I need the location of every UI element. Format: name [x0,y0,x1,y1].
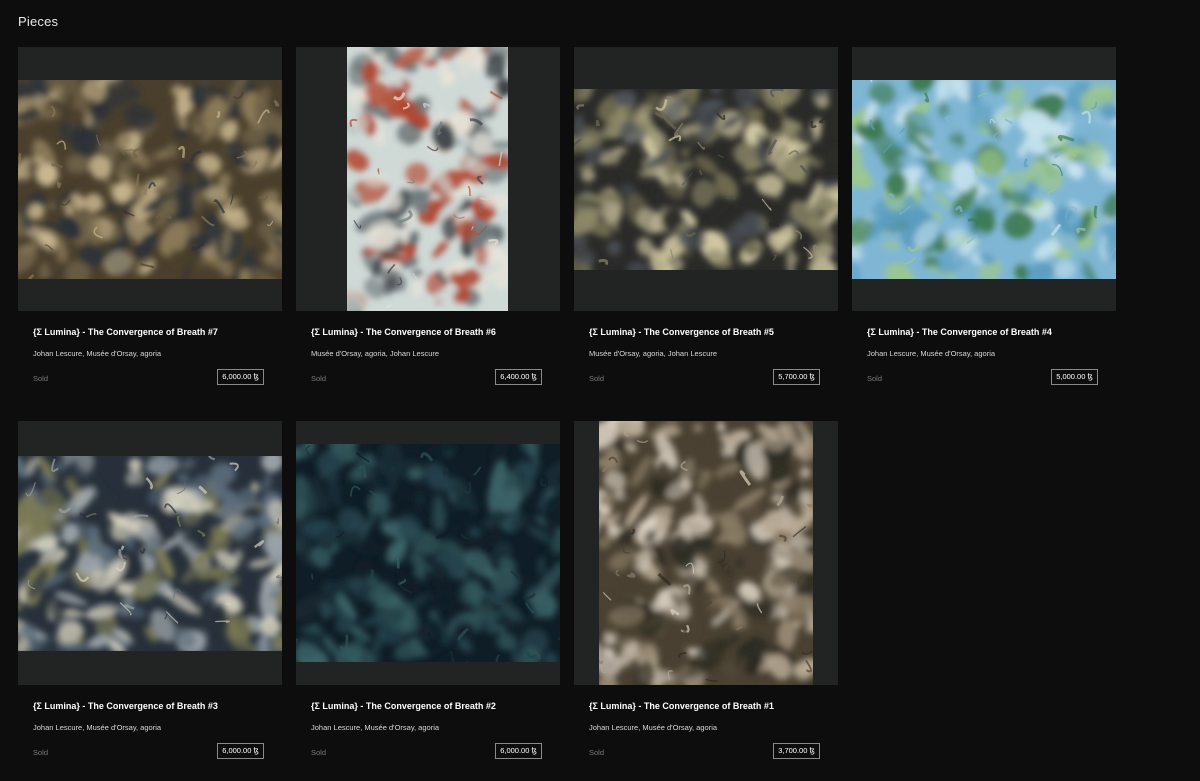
sold-status: Sold [311,374,327,383]
price-tag: 6,000.00 ꜩ [217,369,264,385]
piece-card[interactable]: {Σ Lumina} - The Convergence of Breath #… [296,47,560,407]
artwork-thumbnail [599,421,813,685]
piece-card[interactable]: {Σ Lumina} - The Convergence of Breath #… [296,421,560,781]
artwork-thumbnail [347,47,508,311]
artwork-frame[interactable] [852,47,1116,311]
price-tag: 5,000.00 ꜩ [1051,369,1098,385]
piece-artists: Johan Lescure, Musée d'Orsay, agoria [33,723,162,732]
sold-status: Sold [589,748,605,757]
piece-card[interactable]: {Σ Lumina} - The Convergence of Breath #… [852,47,1116,407]
piece-title[interactable]: {Σ Lumina} - The Convergence of Breath #… [867,327,1052,337]
price-tag: 6,000.00 ꜩ [495,743,542,759]
sold-status: Sold [589,374,605,383]
piece-card[interactable]: {Σ Lumina} - The Convergence of Breath #… [18,421,282,781]
section-title: Pieces [18,14,59,29]
piece-card[interactable]: {Σ Lumina} - The Convergence of Breath #… [18,47,282,407]
piece-title[interactable]: {Σ Lumina} - The Convergence of Breath #… [589,701,774,711]
piece-artists: Musée d'Orsay, agoria, Johan Lescure [311,349,440,358]
artwork-frame[interactable] [574,421,838,685]
piece-card[interactable]: {Σ Lumina} - The Convergence of Breath #… [574,421,838,781]
sold-status: Sold [867,374,883,383]
artwork-frame[interactable] [574,47,838,311]
price-tag: 6,000.00 ꜩ [217,743,264,759]
piece-card[interactable]: {Σ Lumina} - The Convergence of Breath #… [574,47,838,407]
artwork-frame[interactable] [296,47,560,311]
piece-title[interactable]: {Σ Lumina} - The Convergence of Breath #… [33,327,218,337]
price-tag: 5,700.00 ꜩ [773,369,820,385]
artwork-thumbnail [574,89,838,270]
artwork-thumbnail [18,80,282,279]
artwork-thumbnail [18,456,282,651]
piece-title[interactable]: {Σ Lumina} - The Convergence of Breath #… [311,701,496,711]
price-tag: 3,700.00 ꜩ [773,743,820,759]
artwork-frame[interactable] [18,47,282,311]
sold-status: Sold [33,748,49,757]
piece-title[interactable]: {Σ Lumina} - The Convergence of Breath #… [589,327,774,337]
piece-artists: Johan Lescure, Musée d'Orsay, agoria [867,349,996,358]
artwork-frame[interactable] [296,421,560,685]
sold-status: Sold [33,374,49,383]
sold-status: Sold [311,748,327,757]
artwork-frame[interactable] [18,421,282,685]
piece-title[interactable]: {Σ Lumina} - The Convergence of Breath #… [33,701,218,711]
artwork-thumbnail [296,444,560,662]
price-tag: 6,400.00 ꜩ [495,369,542,385]
piece-artists: Johan Lescure, Musée d'Orsay, agoria [33,349,162,358]
piece-artists: Musée d'Orsay, agoria, Johan Lescure [589,349,718,358]
pieces-page: Pieces {Σ Lumina} - The Convergence of B… [0,0,1200,781]
piece-title[interactable]: {Σ Lumina} - The Convergence of Breath #… [311,327,496,337]
artwork-thumbnail [852,80,1116,279]
piece-artists: Johan Lescure, Musée d'Orsay, agoria [589,723,718,732]
piece-artists: Johan Lescure, Musée d'Orsay, agoria [311,723,440,732]
